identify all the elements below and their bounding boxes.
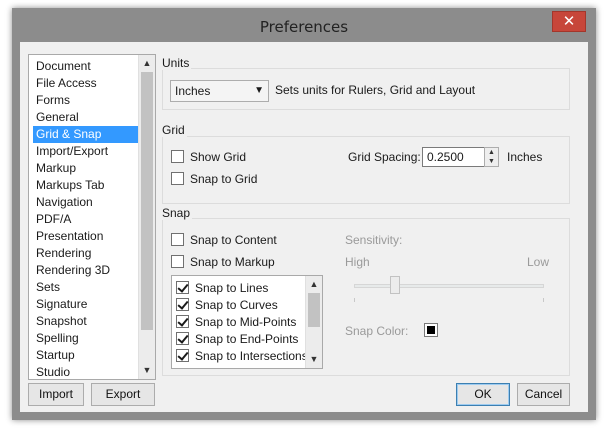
grid-group: [162, 136, 570, 204]
category-item[interactable]: Spelling: [33, 330, 139, 347]
grid-spacing-unit: Inches: [507, 150, 543, 164]
scroll-down-arrow-icon[interactable]: ▼: [306, 351, 322, 368]
category-item[interactable]: Markups Tab: [33, 177, 139, 194]
category-item[interactable]: Rendering: [33, 245, 139, 262]
show-grid-checkbox[interactable]: [171, 150, 184, 163]
snap-options-list[interactable]: Snap to Lines Snap to Curves Snap to Mid-P…: [171, 275, 323, 369]
category-item[interactable]: Studio: [33, 364, 139, 381]
snap-option-label: Snap to Curves: [195, 298, 278, 312]
window-title: Preferences: [259, 18, 349, 36]
scrollbar-thumb[interactable]: [141, 72, 153, 330]
category-item[interactable]: Forms: [33, 92, 139, 109]
category-item[interactable]: Sets: [33, 279, 139, 296]
color-swatch-fill: [427, 326, 435, 334]
slider-tick: [354, 298, 355, 302]
category-item[interactable]: Presentation: [33, 228, 139, 245]
ok-button[interactable]: OK: [456, 383, 510, 406]
grid-spacing-label: Grid Spacing:: [348, 150, 421, 164]
snap-option-label: Snap to Intersections: [195, 349, 308, 363]
units-select[interactable]: Inches ▼: [170, 80, 269, 102]
snap-to-content-checkbox[interactable]: [171, 233, 184, 246]
grid-spacing-spinner[interactable]: ▲ ▼: [484, 147, 499, 167]
category-item[interactable]: Rendering 3D: [33, 262, 139, 279]
snap-option-label: Snap to Mid-Points: [195, 315, 297, 329]
slider-thumb[interactable]: [390, 276, 400, 294]
snap-to-grid-label: Snap to Grid: [190, 172, 258, 186]
category-item[interactable]: Navigation: [33, 194, 139, 211]
snap-option-label: Snap to End-Points: [195, 332, 299, 346]
category-item[interactable]: Signature: [33, 296, 139, 313]
snap-option-checkbox[interactable]: [176, 298, 189, 311]
category-item[interactable]: Startup: [33, 347, 139, 364]
snap-option-checkbox[interactable]: [176, 332, 189, 345]
category-item[interactable]: PDF/A: [33, 211, 139, 228]
chevron-down-icon: ▼: [254, 85, 264, 96]
category-item[interactable]: File Access: [33, 75, 139, 92]
grid-group-label: Grid: [160, 123, 187, 137]
dialog-body: Document File Access Forms General Grid & Sn…: [20, 42, 588, 412]
slider-tick: [543, 298, 544, 302]
category-item[interactable]: Markup: [33, 160, 139, 177]
snap-to-content-label: Snap to Content: [190, 233, 277, 247]
preferences-window: Preferences ✕ Document File Access Forms Ge…: [12, 8, 596, 420]
scroll-up-arrow-icon[interactable]: ▲: [306, 276, 322, 293]
units-group-label: Units: [160, 56, 192, 70]
grid-spacing-input[interactable]: 0.2500: [422, 147, 485, 167]
scroll-up-arrow-icon[interactable]: ▲: [139, 55, 155, 72]
export-button[interactable]: Export: [91, 383, 155, 406]
units-description: Sets units for Rulers, Grid and Layout: [275, 83, 476, 97]
scrollbar-thumb[interactable]: [308, 293, 320, 327]
snap-option-checkbox[interactable]: [176, 281, 189, 294]
spin-up-icon[interactable]: ▲: [485, 148, 498, 157]
title-bar[interactable]: Preferences ✕: [12, 8, 596, 42]
snap-group-label: Snap: [160, 206, 193, 220]
category-item[interactable]: Document: [33, 58, 139, 75]
close-button[interactable]: ✕: [552, 11, 586, 32]
category-item[interactable]: General: [33, 109, 139, 126]
units-select-value: Inches: [175, 84, 211, 98]
show-grid-label: Show Grid: [190, 150, 247, 164]
snap-options-scrollbar[interactable]: ▲ ▼: [305, 276, 322, 368]
slider-track[interactable]: [354, 284, 544, 288]
sensitivity-low-label: Low: [527, 255, 550, 269]
scroll-down-arrow-icon[interactable]: ▼: [139, 362, 155, 379]
snap-to-grid-checkbox[interactable]: [171, 172, 184, 185]
sensitivity-high-label: High: [345, 255, 370, 269]
category-item[interactable]: Snapshot: [33, 313, 139, 330]
category-list[interactable]: Document File Access Forms General Grid & Sn…: [28, 54, 156, 380]
category-item[interactable]: Grid & Snap: [33, 126, 139, 143]
spin-down-icon[interactable]: ▼: [485, 157, 498, 166]
import-button[interactable]: Import: [28, 383, 84, 406]
snap-option-checkbox[interactable]: [176, 315, 189, 328]
snap-option-label: Snap to Lines: [195, 281, 269, 295]
snap-color-label: Snap Color:: [345, 324, 409, 338]
category-item[interactable]: Import/Export: [33, 143, 139, 160]
snap-to-markup-label: Snap to Markup: [190, 255, 275, 269]
close-icon: ✕: [562, 13, 576, 30]
cancel-button[interactable]: Cancel: [517, 383, 570, 406]
snap-color-swatch[interactable]: [424, 323, 438, 337]
sensitivity-label: Sensitivity:: [345, 233, 403, 247]
snap-option-checkbox[interactable]: [176, 349, 189, 362]
snap-to-markup-checkbox[interactable]: [171, 255, 184, 268]
category-scrollbar[interactable]: ▲ ▼: [138, 55, 155, 379]
